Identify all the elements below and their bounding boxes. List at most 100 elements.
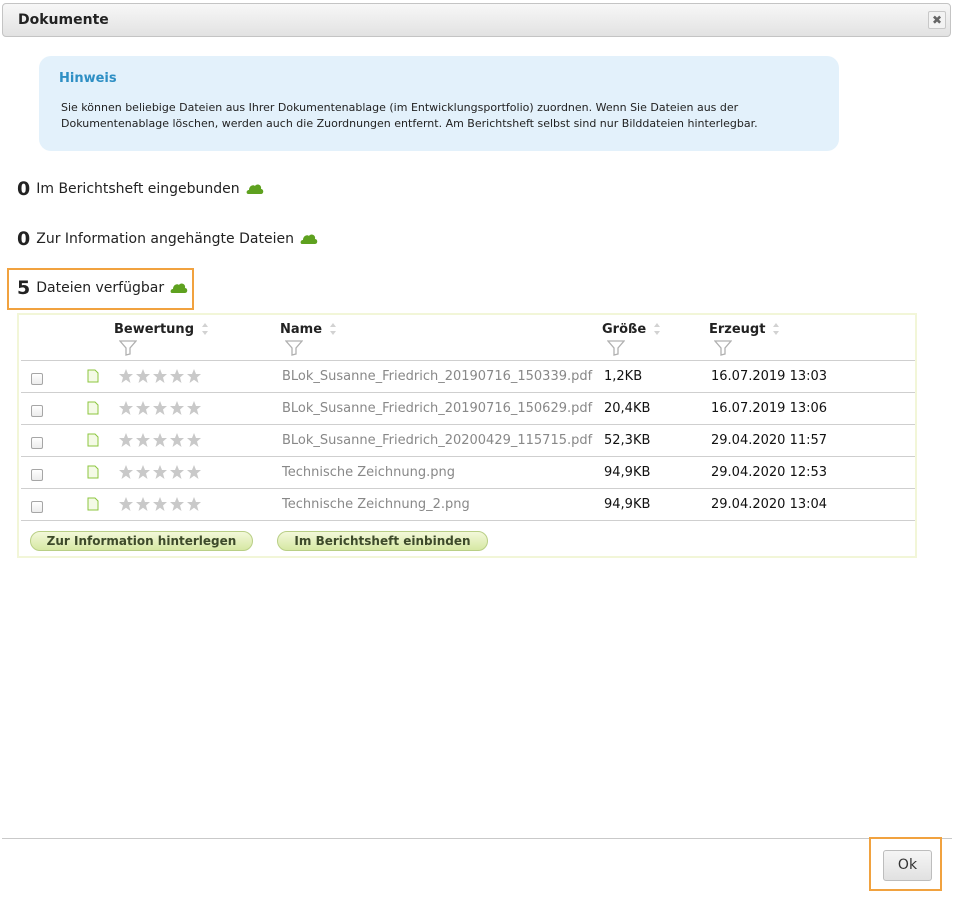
star-icon[interactable] [135,496,151,512]
file-icon [87,497,99,511]
file-name-link[interactable]: BLok_Susanne_Friedrich_20190716_150339.p… [282,369,592,384]
filter-icon[interactable] [119,340,137,356]
star-icon[interactable] [135,432,151,448]
rating-stars[interactable] [118,464,202,480]
documents-dialog: Dokumente ✖ Hinweis Sie können beliebige… [0,0,954,897]
rating-stars[interactable] [118,400,202,416]
star-icon[interactable] [169,400,185,416]
footer-divider [2,838,952,839]
file-name-link[interactable]: Technische Zeichnung_2.png [282,497,470,512]
file-size: 94,9KB [604,497,651,512]
ok-button[interactable]: Ok [883,850,932,881]
filter-icon[interactable] [714,340,732,356]
rating-stars[interactable] [118,432,202,448]
dialog-titlebar: Dokumente ✖ [2,3,951,37]
star-icon[interactable] [152,496,168,512]
file-size: 20,4KB [604,401,651,416]
file-size: 94,9KB [604,465,651,480]
table-row[interactable]: Technische Zeichnung.png 94,9KB 29.04.20… [21,456,915,488]
table-bottom-divider [21,520,915,521]
star-icon[interactable] [152,368,168,384]
star-icon[interactable] [135,368,151,384]
file-created: 16.07.2019 13:03 [711,369,828,384]
star-icon[interactable] [135,464,151,480]
sort-icon[interactable] [772,322,780,336]
column-label: Bewertung [114,322,194,337]
star-icon[interactable] [118,400,134,416]
table-row[interactable]: Technische Zeichnung_2.png 94,9KB 29.04.… [21,488,915,520]
table-row[interactable]: BLok_Susanne_Friedrich_20190716_150629.p… [21,392,915,424]
star-icon[interactable] [118,464,134,480]
star-icon[interactable] [118,432,134,448]
star-icon[interactable] [169,368,185,384]
attach-info-button[interactable]: Zur Information hinterlegen [30,531,253,551]
rating-stars[interactable] [118,496,202,512]
section-label: Dateien verfügbar [36,280,165,296]
hint-box: Hinweis Sie können beliebige Dateien aus… [39,56,839,151]
star-icon[interactable] [118,496,134,512]
column-header-size[interactable]: Größe [602,322,661,337]
star-icon[interactable] [169,432,185,448]
file-icon [87,465,99,479]
hint-title: Hinweis [59,71,117,86]
row-checkbox[interactable] [31,405,43,417]
star-icon[interactable] [169,496,185,512]
file-size: 1,2KB [604,369,643,384]
section-count: 0 [17,178,31,200]
section-available[interactable]: 5 Dateien verfügbar [17,277,188,299]
section-info[interactable]: 0 Zur Information angehängte Dateien [17,228,318,250]
filter-icon[interactable] [285,340,303,356]
star-icon[interactable] [135,400,151,416]
star-icon[interactable] [186,400,202,416]
cloud-up-icon[interactable] [246,183,264,195]
section-count: 0 [17,228,31,250]
section-label: Zur Information angehängte Dateien [36,231,294,247]
column-header-rating[interactable]: Bewertung [114,322,209,337]
section-count: 5 [17,277,31,299]
cloud-up-icon[interactable] [170,282,188,294]
file-icon [87,369,99,383]
filter-icon[interactable] [607,340,625,356]
file-icon [87,401,99,415]
column-label: Erzeugt [709,322,766,337]
section-embedded[interactable]: 0 Im Berichtsheft eingebunden [17,178,264,200]
table-row[interactable]: BLok_Susanne_Friedrich_20190716_150339.p… [21,360,915,392]
close-icon[interactable]: ✖ [928,11,946,29]
star-icon[interactable] [186,496,202,512]
file-icon [87,433,99,447]
column-header-created[interactable]: Erzeugt [709,322,780,337]
file-created: 29.04.2020 13:04 [711,497,828,512]
row-checkbox[interactable] [31,501,43,513]
star-icon[interactable] [152,432,168,448]
cloud-up-icon[interactable] [300,233,318,245]
files-panel: Bewertung Name Größe Erzeugt BLok_Susann… [17,313,917,558]
file-name-link[interactable]: Technische Zeichnung.png [282,465,455,480]
star-icon[interactable] [118,368,134,384]
sort-icon[interactable] [329,322,337,336]
file-created: 29.04.2020 12:53 [711,465,828,480]
dialog-title: Dokumente [18,12,109,28]
file-size: 52,3KB [604,433,651,448]
row-checkbox[interactable] [31,437,43,449]
star-icon[interactable] [169,464,185,480]
column-label: Name [280,322,323,337]
column-header-name[interactable]: Name [280,322,337,337]
row-checkbox[interactable] [31,469,43,481]
star-icon[interactable] [186,464,202,480]
row-checkbox[interactable] [31,373,43,385]
file-created: 16.07.2019 13:06 [711,401,828,416]
file-created: 29.04.2020 11:57 [711,433,828,448]
embed-button[interactable]: Im Berichtsheft einbinden [277,531,488,551]
file-name-link[interactable]: BLok_Susanne_Friedrich_20200429_115715.p… [282,433,592,448]
section-label: Im Berichtsheft eingebunden [36,181,240,197]
table-row[interactable]: BLok_Susanne_Friedrich_20200429_115715.p… [21,424,915,456]
sort-icon[interactable] [201,322,209,336]
star-icon[interactable] [152,464,168,480]
star-icon[interactable] [152,400,168,416]
star-icon[interactable] [186,368,202,384]
rating-stars[interactable] [118,368,202,384]
file-name-link[interactable]: BLok_Susanne_Friedrich_20190716_150629.p… [282,401,592,416]
sort-icon[interactable] [653,322,661,336]
hint-text: Sie können beliebige Dateien aus Ihrer D… [61,101,758,130]
star-icon[interactable] [186,432,202,448]
